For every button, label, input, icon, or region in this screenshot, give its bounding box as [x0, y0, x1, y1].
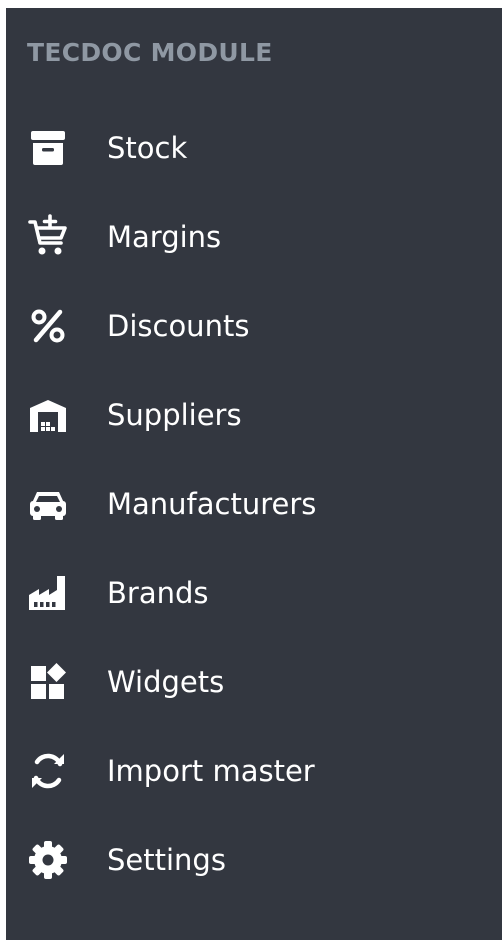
sidebar-item-stock[interactable]: Stock	[6, 103, 502, 192]
sidebar-item-label: Suppliers	[107, 397, 242, 432]
sidebar-item-widgets[interactable]: Widgets	[6, 637, 502, 726]
gear-icon	[24, 836, 72, 884]
section-title: TECDOC MODULE	[27, 38, 273, 67]
sidebar-item-import-master[interactable]: Import master	[6, 726, 502, 815]
warehouse-icon	[24, 391, 72, 439]
sidebar-item-label: Manufacturers	[107, 486, 317, 521]
factory-icon	[24, 569, 72, 617]
sidebar-item-margins[interactable]: Margins	[6, 192, 502, 281]
sidebar-item-settings[interactable]: Settings	[6, 815, 502, 904]
sidebar-item-label: Widgets	[107, 664, 225, 699]
percent-icon	[24, 302, 72, 350]
sidebar-item-brands[interactable]: Brands	[6, 548, 502, 637]
sidebar-item-manufacturers[interactable]: Manufacturers	[6, 459, 502, 548]
sidebar: TECDOC MODULE Stock Margins Discounts Su…	[6, 8, 502, 940]
sidebar-item-label: Discounts	[107, 308, 250, 343]
sidebar-item-discounts[interactable]: Discounts	[6, 281, 502, 370]
sidebar-item-label: Brands	[107, 575, 209, 610]
sidebar-item-label: Settings	[107, 842, 226, 877]
sidebar-item-label: Margins	[107, 219, 222, 254]
cart-plus-icon	[24, 213, 72, 261]
car-icon	[24, 480, 72, 528]
widgets-icon	[24, 658, 72, 706]
sidebar-menu: Stock Margins Discounts Suppliers Manufa…	[6, 103, 502, 904]
sync-icon	[24, 747, 72, 795]
archive-box-icon	[24, 124, 72, 172]
sidebar-item-label: Stock	[107, 130, 188, 165]
sidebar-item-label: Import master	[107, 753, 315, 788]
sidebar-item-suppliers[interactable]: Suppliers	[6, 370, 502, 459]
